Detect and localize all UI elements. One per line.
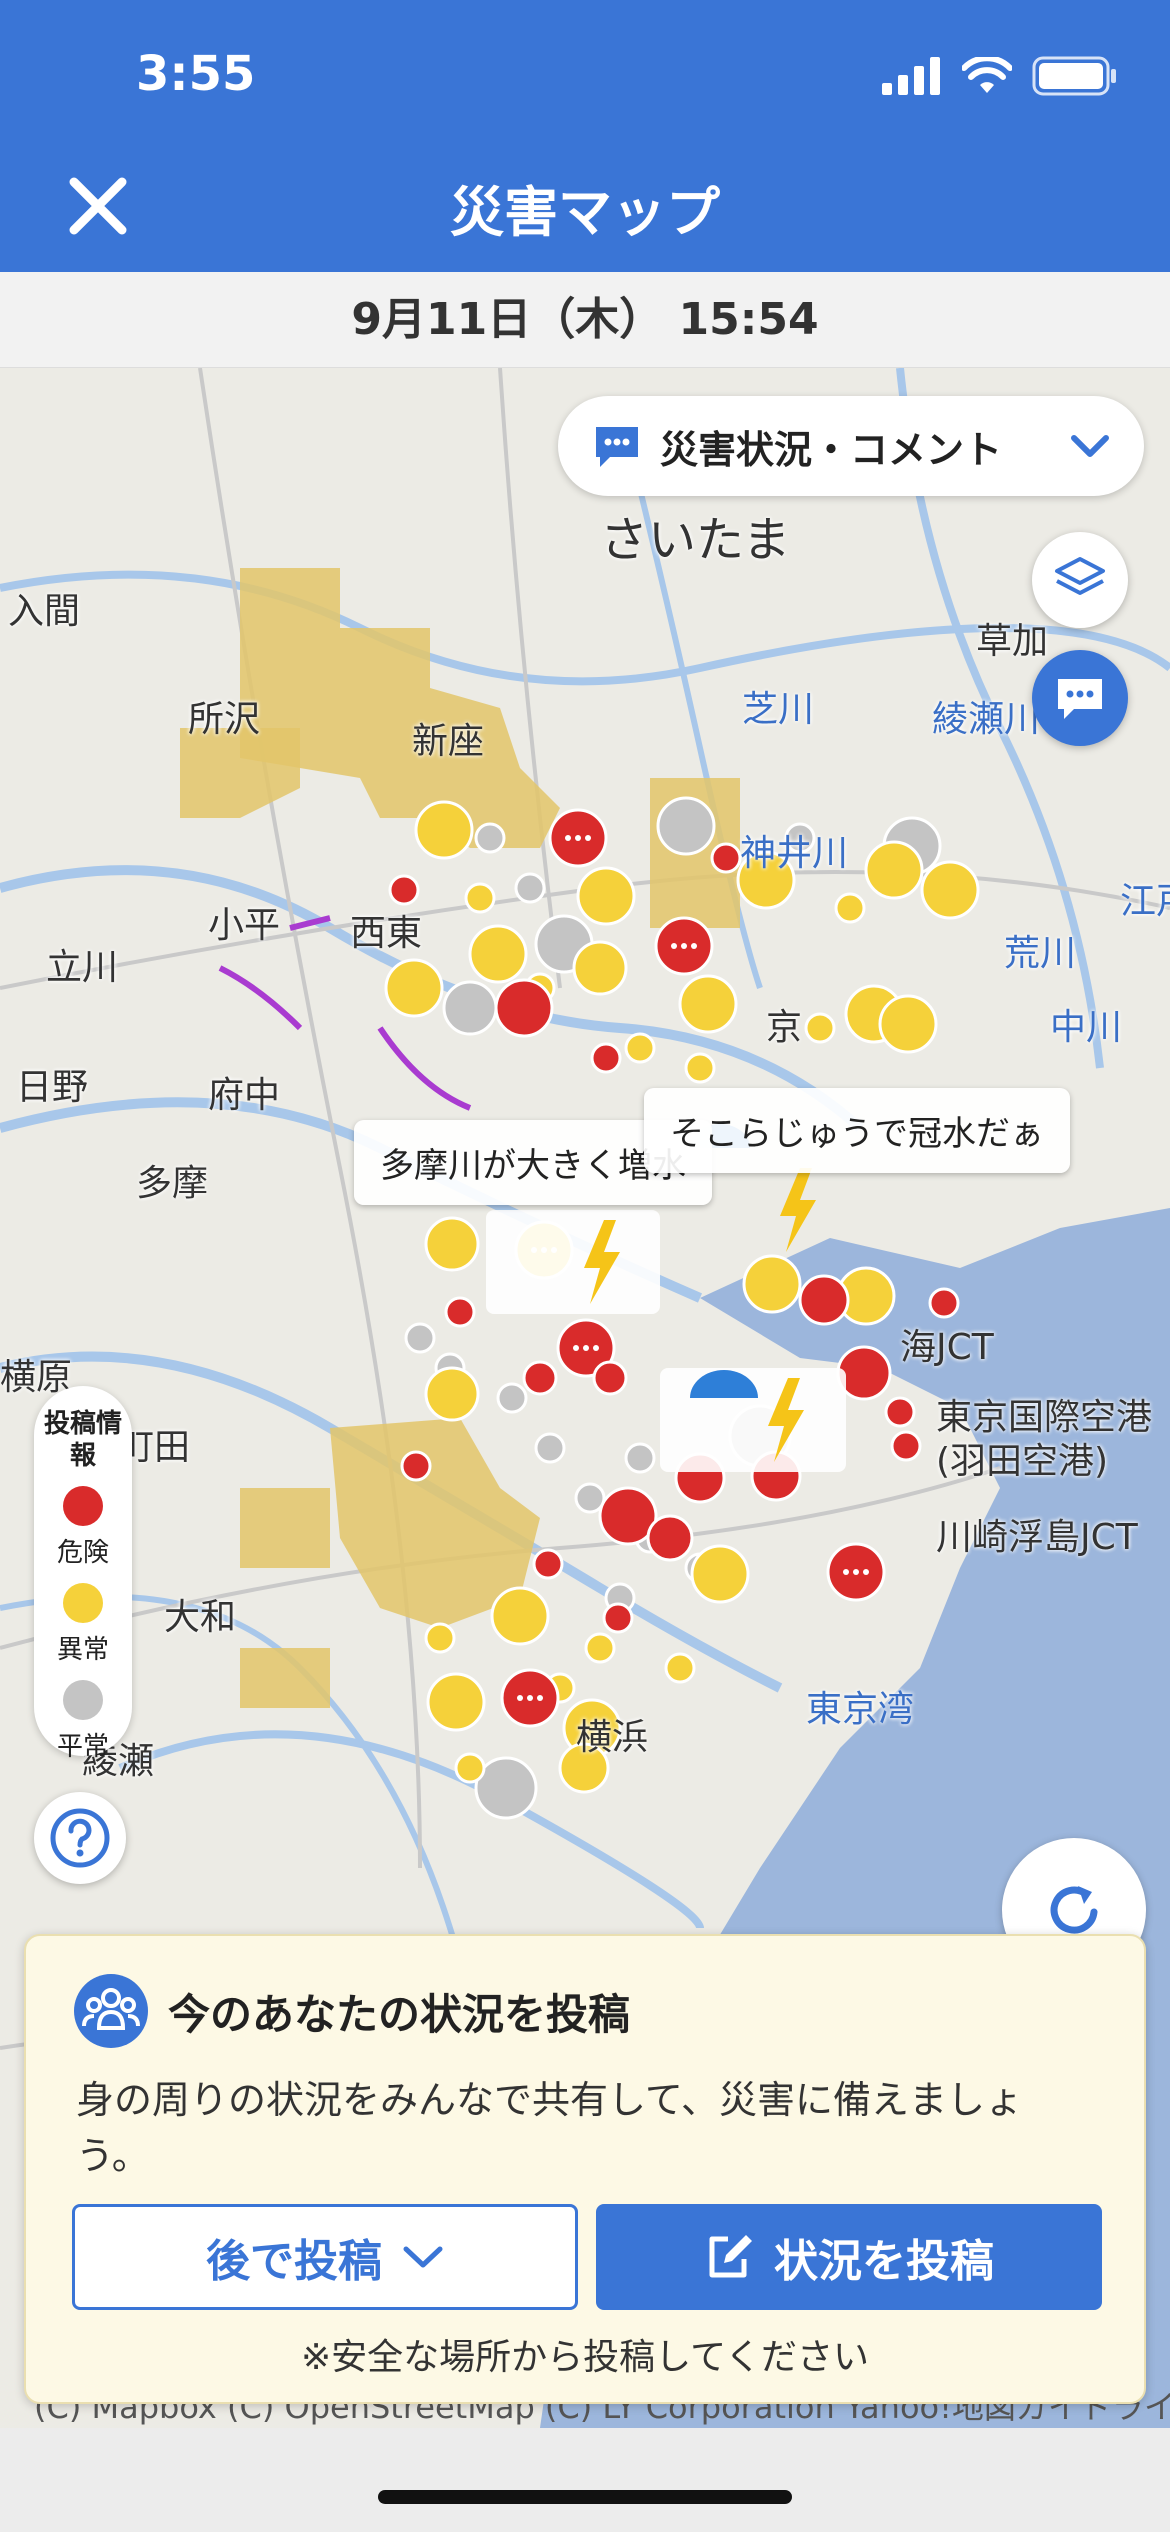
place-label: 綾瀬川 bbox=[932, 699, 1041, 740]
legend-swatch bbox=[63, 1583, 103, 1623]
legend-label: 異常 bbox=[56, 1635, 109, 1665]
page-title: 災害マップ bbox=[450, 181, 720, 244]
legend-label: 平常 bbox=[56, 1732, 109, 1762]
status-icons bbox=[882, 56, 1118, 96]
legend-item-danger: 危険 bbox=[34, 1486, 132, 1569]
card-description: 身の周りの状況をみんなで共有して、災害に備えましょう。 bbox=[76, 2078, 1023, 2178]
chat-icon bbox=[1058, 679, 1102, 719]
place-label: さいたま bbox=[600, 512, 791, 568]
place-label: 荒川 bbox=[1004, 933, 1077, 974]
refresh-icon bbox=[1050, 1886, 1098, 1934]
category-select[interactable]: 災害状況・コメント bbox=[558, 396, 1144, 496]
comment-icon bbox=[596, 427, 638, 467]
post-later-label: 後で投稿 bbox=[206, 2236, 382, 2287]
help-button[interactable] bbox=[34, 1792, 126, 1884]
chevron-down-icon bbox=[403, 2246, 443, 2268]
safety-note: ※安全な場所から投稿してください bbox=[300, 2337, 869, 2378]
battery-icon bbox=[1032, 56, 1116, 96]
legend-item-normal: 平常 bbox=[34, 1680, 132, 1763]
category-label: 災害状況・コメント bbox=[660, 427, 1003, 472]
place-label: 所沢 bbox=[188, 699, 261, 740]
legend-swatch bbox=[63, 1680, 103, 1720]
place-label: 府中 bbox=[208, 1075, 281, 1116]
layers-button[interactable] bbox=[1032, 532, 1128, 628]
legend-label: 危険 bbox=[56, 1538, 109, 1568]
wifi-icon bbox=[962, 57, 1012, 93]
place-label: 新座 bbox=[412, 721, 485, 762]
place-label: 草加 bbox=[976, 621, 1049, 662]
post-status-label: 状況を投稿 bbox=[774, 2236, 994, 2287]
place-label: 海JCT bbox=[900, 1327, 994, 1368]
edit-icon bbox=[709, 2235, 752, 2278]
place-label: (羽田空港) bbox=[936, 1441, 1109, 1482]
place-label: 芝川 bbox=[742, 689, 815, 730]
place-label: 東京湾 bbox=[806, 1689, 915, 1730]
post-status-button[interactable]: 状況を投稿 bbox=[596, 2204, 1102, 2310]
post-status-card: 今のあなたの状況を投稿 身の周りの状況をみんなで共有して、災害に備えましょう。 … bbox=[24, 1934, 1146, 2404]
post-later-button[interactable]: 後で投稿 bbox=[72, 2204, 578, 2310]
place-label: 西東 bbox=[350, 913, 423, 954]
place-label: 江戸 bbox=[1120, 881, 1170, 922]
home-indicator bbox=[378, 2490, 792, 2504]
people-icon bbox=[74, 1974, 148, 2048]
legend-item-abnormal: 異常 bbox=[34, 1583, 132, 1666]
legend-heading: 投稿情報 bbox=[43, 1409, 122, 1471]
place-label: 多摩 bbox=[136, 1163, 209, 1204]
card-title: 今のあなたの状況を投稿 bbox=[72, 1972, 630, 2050]
chevron-down-icon bbox=[1071, 435, 1109, 457]
place-label: 中川 bbox=[1050, 1007, 1123, 1048]
legend: 投稿情報 危険 異常 平常 bbox=[34, 1386, 132, 1762]
card-title-text: 今のあなたの状況を投稿 bbox=[168, 1989, 631, 2039]
app-header: 3:55 災害マップ bbox=[0, 0, 1170, 272]
place-label: 日野 bbox=[16, 1067, 89, 1108]
date-bar: 9月11日（木） 15:54 bbox=[0, 272, 1170, 368]
place-label: 神井川 bbox=[740, 833, 849, 874]
legend-swatch bbox=[63, 1486, 103, 1526]
help-icon bbox=[50, 1808, 110, 1868]
comment-list-button[interactable] bbox=[1032, 650, 1128, 746]
place-label: 京 bbox=[766, 1007, 803, 1048]
place-label: 小平 bbox=[208, 905, 281, 946]
place-label: 大和 bbox=[164, 1597, 237, 1638]
place-label: 川崎浮島JCT bbox=[936, 1517, 1138, 1558]
status-time: 3:55 bbox=[136, 46, 256, 102]
comment-bubble[interactable]: そこらじゅうで冠水だぁ bbox=[644, 1088, 1070, 1173]
place-label: 入間 bbox=[8, 591, 81, 632]
place-label: 横浜 bbox=[576, 1717, 649, 1758]
layers-icon bbox=[1055, 557, 1105, 595]
place-label: 立川 bbox=[46, 947, 119, 988]
signal-icon bbox=[882, 57, 940, 95]
